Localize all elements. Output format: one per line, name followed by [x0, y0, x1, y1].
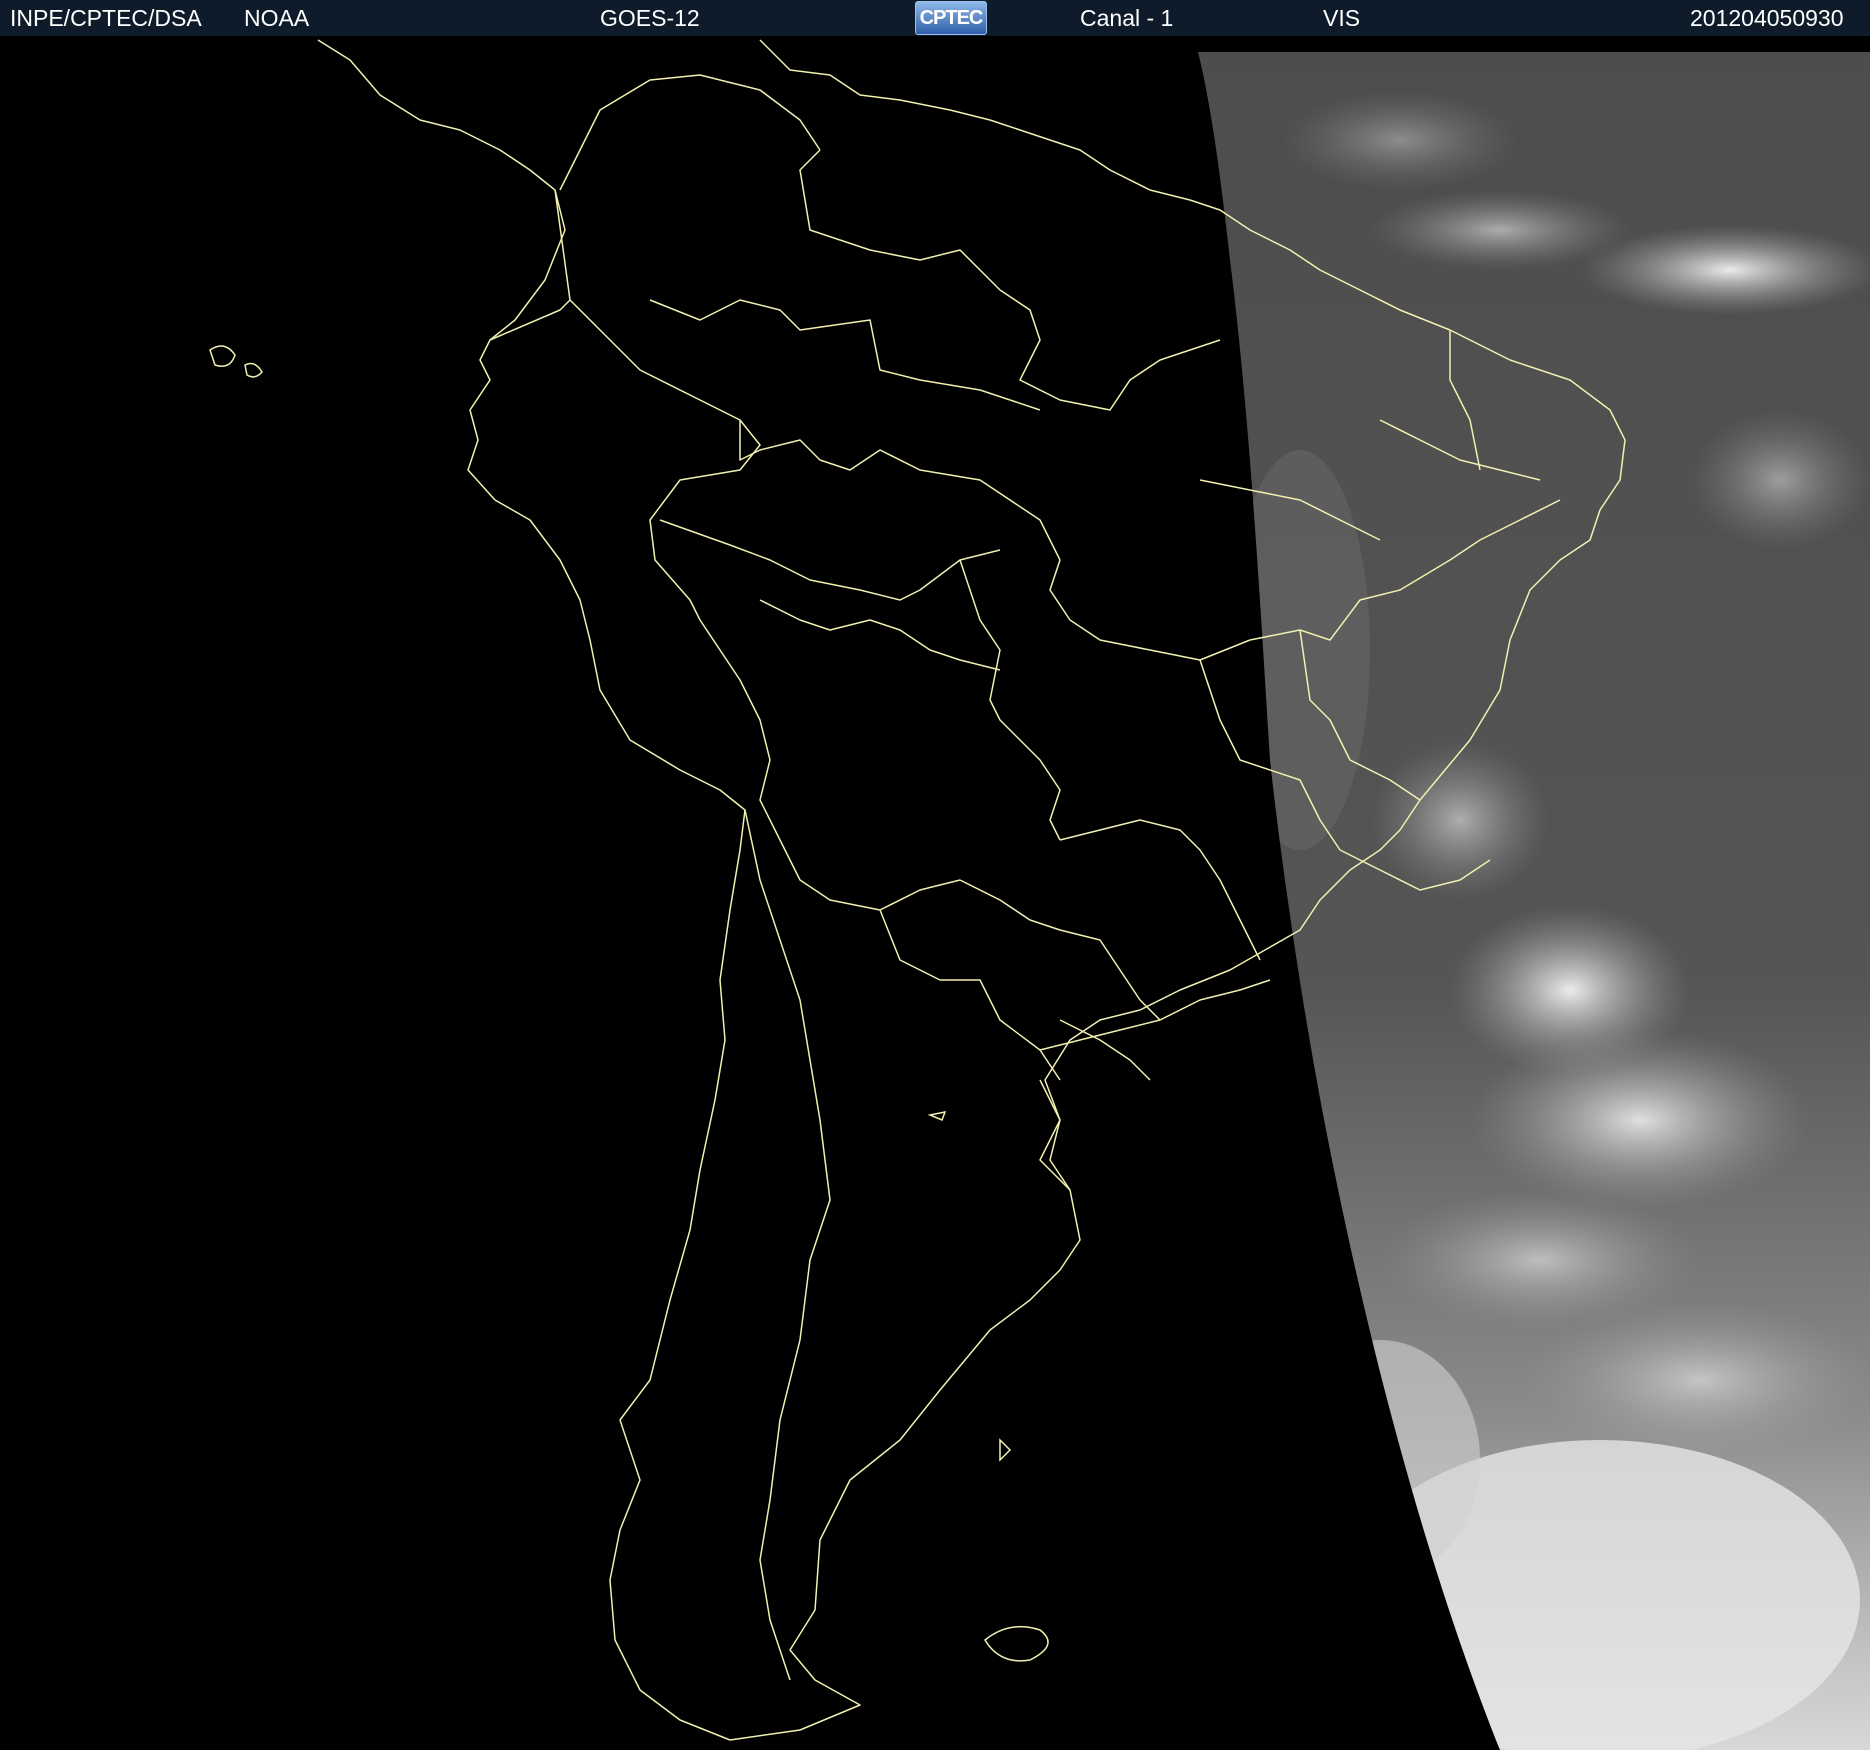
satellite-label: GOES-12 [600, 5, 700, 31]
cptec-logo: CPTEC [915, 1, 987, 35]
channel-label: Canal - 1 [1080, 5, 1174, 31]
timestamp-label: 201204050930 [1690, 5, 1844, 31]
satellite-image-map [0, 36, 1870, 1750]
band-label: VIS [1323, 5, 1361, 31]
source-label: NOAA [244, 5, 310, 31]
image-header-bar: INPE/CPTEC/DSA NOAA GOES-12 CPTEC Canal … [0, 0, 1870, 36]
agency-label: INPE/CPTEC/DSA [10, 5, 202, 31]
